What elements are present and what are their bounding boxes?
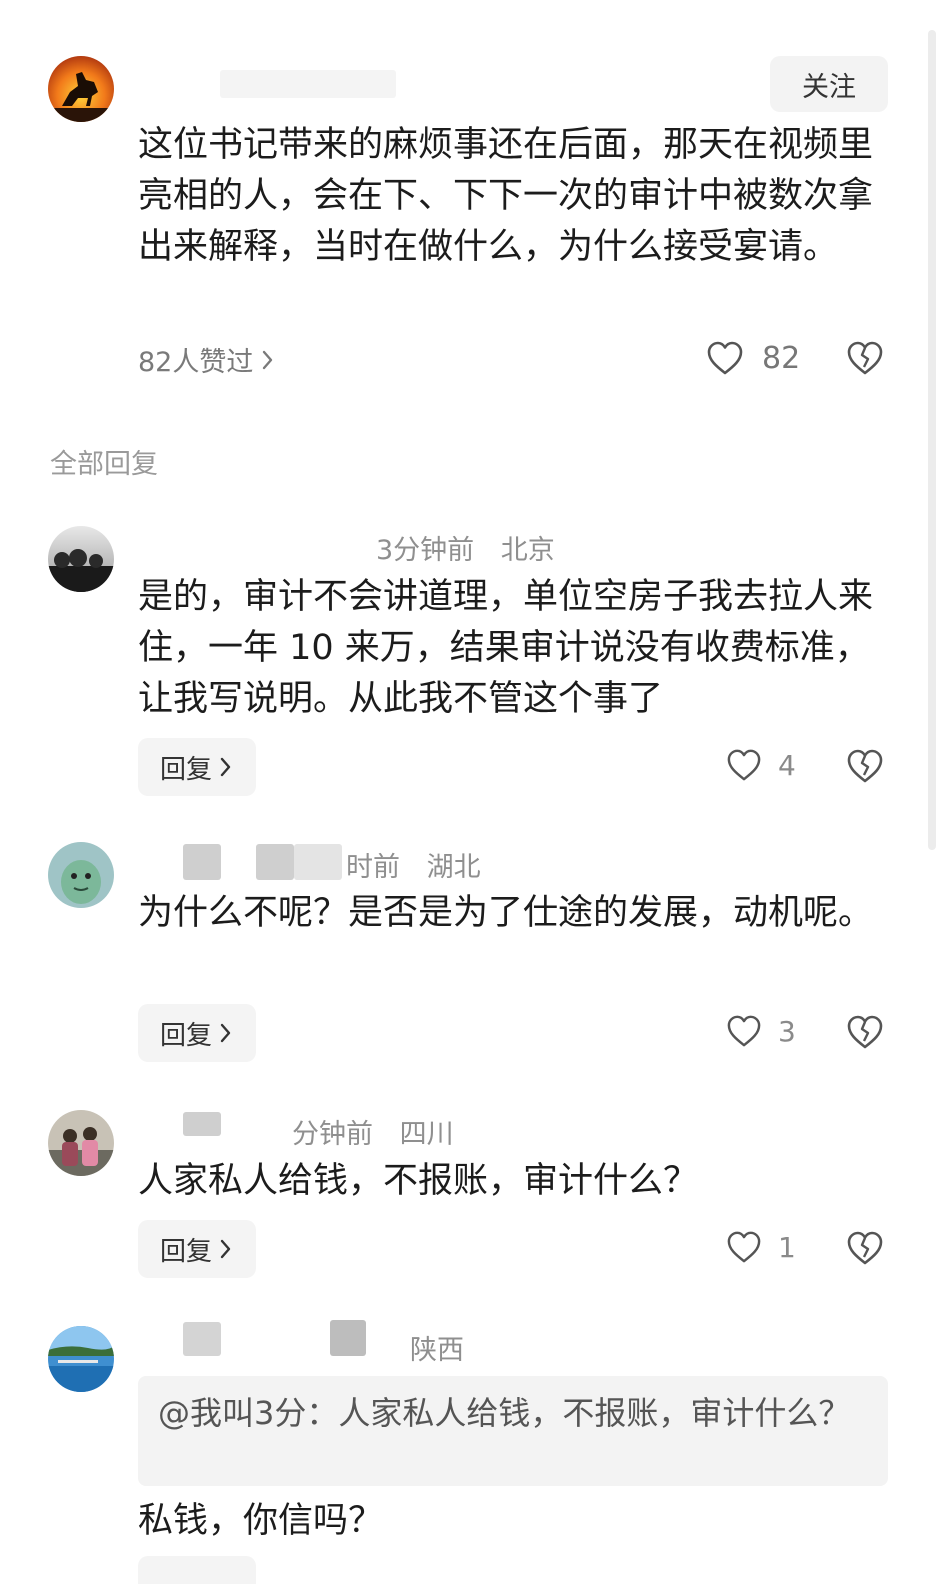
reply-button-label: 回复 [159,1020,212,1051]
reply-username-blur [256,844,294,880]
reply-button-label: 回复 [159,754,212,785]
reply-location: 陕西 [410,1335,464,1366]
reply-button[interactable] [138,1556,256,1584]
reply-avatar[interactable] [48,842,114,908]
chevron-right-icon [220,1023,231,1043]
broken-heart-icon [847,1231,883,1265]
reply-location: 北京 [500,535,555,566]
reply-button[interactable]: 回复 [138,1004,256,1062]
main-comment-text: 这位书记带来的麻烦事还在后面，那天在视频里亮相的人，会在下、下下一次的审计中被数… [138,125,874,267]
reply-dislike-button[interactable] [846,1230,884,1270]
reply-like-count: 4 [778,748,796,782]
reply-button-label: 回复 [159,1236,212,1267]
reply-time: 时前 [346,852,400,883]
reply-location: 湖北 [426,852,481,883]
follow-button-label: 关注 [802,71,856,103]
reply-location: 四川 [399,1119,454,1150]
heart-outline-icon [707,341,743,375]
reply-like-button[interactable]: 4 [726,748,796,782]
likers-summary-link[interactable]: 82人赞过 [138,340,277,379]
reply-username-blur [183,1322,221,1356]
quoted-reply[interactable]: @我叫3分：人家私人给钱，不报账，审计什么？ [138,1376,888,1486]
reply-like-count: 3 [778,1014,796,1048]
heart-outline-icon [727,1231,761,1263]
reply-avatar[interactable] [48,526,114,592]
reply-like-button[interactable]: 3 [726,1014,796,1048]
reply-like-count: 1 [778,1230,796,1264]
reply-text: 是的，审计不会讲道理，单位空房子我去拉人来住，一年 10 来万，结果审计说没有收… [138,577,874,719]
broken-heart-icon [847,1015,883,1049]
reply-text: 为什么不呢？是否是为了仕途的发展，动机呢。 [138,893,874,933]
scrollbar[interactable] [928,30,936,850]
reply-dislike-button[interactable] [846,748,884,788]
reply-text: 人家私人给钱，不报账，审计什么？ [138,1161,699,1201]
chevron-right-icon [220,1239,231,1259]
reply-dislike-button[interactable] [846,1014,884,1054]
reply-text: 私钱，你信吗？ [138,1501,384,1541]
broken-heart-icon [847,749,883,783]
main-dislike-button[interactable] [846,340,884,376]
reply-avatar[interactable] [48,1326,114,1392]
reply-username-blur [294,844,342,880]
reply-like-button[interactable]: 1 [726,1230,796,1264]
chevron-right-icon [263,350,273,369]
reply-time: 分钟前 [292,1119,373,1150]
main-comment-avatar[interactable] [48,56,114,122]
quoted-reply-text: @我叫3分：人家私人给钱，不报账，审计什么？ [158,1394,851,1432]
main-like-button[interactable]: 82 [706,340,800,376]
main-like-count: 82 [762,340,801,376]
all-replies-title: 全部回复 [50,449,158,480]
reply-time: 3分钟前 [376,535,475,566]
reply-meta: 3分钟前 北京 [376,528,555,567]
main-comment-username[interactable] [220,70,396,98]
heart-outline-icon [727,749,761,781]
follow-button[interactable]: 关注 [770,56,888,112]
reply-meta: 时前 湖北 [346,845,481,884]
chevron-right-icon [220,757,231,777]
reply-button[interactable]: 回复 [138,1220,256,1278]
heart-outline-icon [727,1015,761,1047]
reply-meta: 陕西 [410,1328,464,1367]
likers-summary-text: 82人赞过 [138,347,254,378]
broken-heart-icon [847,341,883,375]
reply-button[interactable]: 回复 [138,738,256,796]
reply-avatar[interactable] [48,1110,114,1176]
reply-meta: 分钟前 四川 [292,1112,454,1151]
reply-username-blur [183,1112,221,1136]
reply-username-blur [183,844,221,880]
reply-username-blur [330,1320,366,1356]
